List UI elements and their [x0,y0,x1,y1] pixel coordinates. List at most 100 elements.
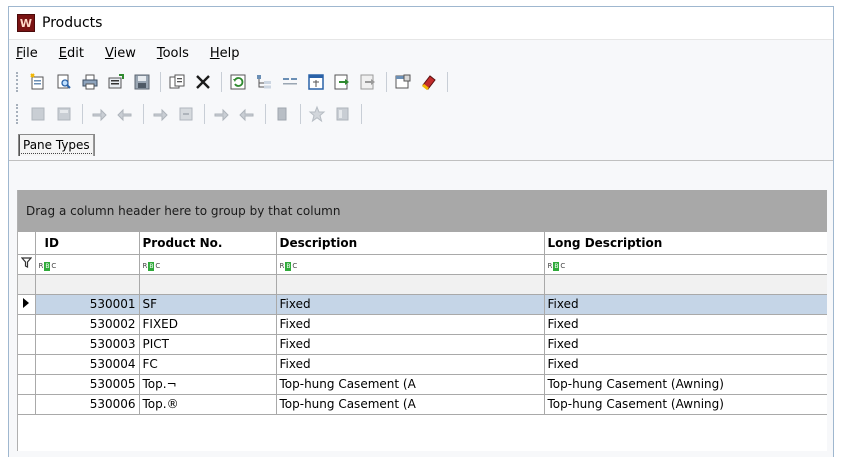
cell-long-description[interactable]: Fixed [544,294,827,315]
filter-row-icon[interactable] [18,254,36,275]
menu-help[interactable]: Help [210,46,240,61]
disabled-star-icon[interactable] [306,103,328,125]
toolbar-separator [221,72,222,92]
disabled-next-icon[interactable] [149,103,171,125]
save-icon[interactable] [131,71,153,93]
filter-cell-description[interactable]: RBC [276,254,545,275]
group-by-hint: Drag a column header here to group by th… [26,204,341,218]
cell-product-no[interactable]: Top.¬ [139,374,277,395]
cell-id[interactable]: 530003 [35,334,140,355]
row-indicator [18,374,36,395]
table-row[interactable]: 530004 FC Fixed Fixed [18,354,827,375]
menu-bar: File Edit View Tools Help [9,40,833,66]
disabled-doc2-icon[interactable] [53,103,75,125]
text-filter-icon: RBC [142,261,161,271]
toolbar-separator [361,104,362,124]
filter-cell-product-no[interactable]: RBC [139,254,277,275]
cell-description[interactable]: Fixed [276,334,545,355]
menu-edit[interactable]: Edit [59,46,84,61]
filter-cell-id[interactable]: RBC [35,254,140,275]
table-row[interactable]: 530006 Top.® Top-hung Casement (A Top-hu… [18,394,827,415]
cell-long-description[interactable]: Fixed [544,314,827,335]
cell-product-no[interactable]: PICT [139,334,277,355]
cell-product-no[interactable]: FIXED [139,314,277,335]
tab-pane-types[interactable]: Pane Types [18,134,95,156]
column-header-long-description[interactable]: Long Description [544,232,827,255]
title-bar: W Products [9,7,833,40]
window-title: Products [42,15,103,31]
cell-long-description[interactable]: Top-hung Casement (Awning) [544,394,827,415]
refresh-icon[interactable] [227,71,249,93]
disabled-back-icon[interactable] [114,103,136,125]
disabled-return-icon[interactable] [236,103,258,125]
cell-long-description[interactable]: Fixed [544,354,827,375]
cell-product-no[interactable]: Top.® [139,394,277,415]
cell-description[interactable]: Fixed [276,314,545,335]
export-page-icon[interactable] [357,71,379,93]
toolbar-separator [160,72,161,92]
filter-separator [18,274,827,295]
table-row[interactable]: 530003 PICT Fixed Fixed [18,334,827,355]
table-row[interactable]: 530001 SF Fixed Fixed [18,294,827,315]
cell-id[interactable]: 530005 [35,374,140,395]
toolbar-grip[interactable] [16,72,21,92]
header-row: ID Product No. Description Long Descript… [18,232,827,255]
disabled-lock-icon[interactable] [271,103,293,125]
table-row[interactable]: 530002 FIXED Fixed Fixed [18,314,827,335]
delete-icon[interactable] [192,71,214,93]
disabled-forward-icon[interactable] [88,103,110,125]
disabled-move-icon[interactable] [210,103,232,125]
pane-tab-strip: Pane Types [9,130,833,161]
products-table: ID Product No. Description Long Descript… [18,232,827,415]
text-filter-icon: RBC [38,261,57,271]
list-icon[interactable] [279,71,301,93]
products-grid: Drag a column header here to group by th… [17,190,827,451]
new-record-icon[interactable] [27,71,49,93]
cell-description[interactable]: Top-hung Casement (A [276,394,545,415]
disabled-prev-icon[interactable] [175,103,197,125]
print-preview-icon[interactable] [53,71,75,93]
toolbar-separator [204,104,205,124]
column-header-product-no[interactable]: Product No. [139,232,277,255]
toolbar-grip[interactable] [16,104,21,124]
export-icon[interactable] [105,71,127,93]
cell-long-description[interactable]: Fixed [544,334,827,355]
copy-icon[interactable] [166,71,188,93]
window-icon[interactable] [305,71,327,93]
filter-row: RBC RBC RBC RBC [18,254,827,275]
column-header-description[interactable]: Description [276,232,545,255]
secondary-toolbar [9,98,833,130]
toolbar-separator [82,104,83,124]
table-row[interactable]: 530005 Top.¬ Top-hung Casement (A Top-hu… [18,374,827,395]
properties-icon[interactable] [392,71,414,93]
cell-product-no[interactable]: SF [139,294,277,315]
print-icon[interactable] [79,71,101,93]
cell-id[interactable]: 530001 [35,294,140,315]
cell-id[interactable]: 530002 [35,314,140,335]
text-filter-icon: RBC [547,261,566,271]
cell-description[interactable]: Fixed [276,294,545,315]
disabled-book-icon[interactable] [332,103,354,125]
cell-id[interactable]: 530004 [35,354,140,375]
toolbar-separator [265,104,266,124]
cell-description[interactable]: Top-hung Casement (A [276,374,545,395]
toolbar-separator [447,72,448,92]
group-by-panel[interactable]: Drag a column header here to group by th… [18,190,827,232]
menu-file[interactable]: File [16,46,38,61]
menu-view[interactable]: View [105,46,136,61]
toolbar-separator [143,104,144,124]
tree-icon[interactable] [253,71,275,93]
cell-product-no[interactable]: FC [139,354,277,375]
column-header-id[interactable]: ID [35,232,140,255]
disabled-doc-icon[interactable] [27,103,49,125]
menu-tools[interactable]: Tools [157,46,189,61]
row-indicator [18,314,36,335]
row-indicator [18,394,36,415]
row-indicator [18,334,36,355]
erase-icon[interactable] [418,71,440,93]
cell-description[interactable]: Fixed [276,354,545,375]
cell-id[interactable]: 530006 [35,394,140,415]
filter-cell-long-description[interactable]: RBC [544,254,827,275]
import-icon[interactable] [331,71,353,93]
cell-long-description[interactable]: Top-hung Casement (Awning) [544,374,827,395]
